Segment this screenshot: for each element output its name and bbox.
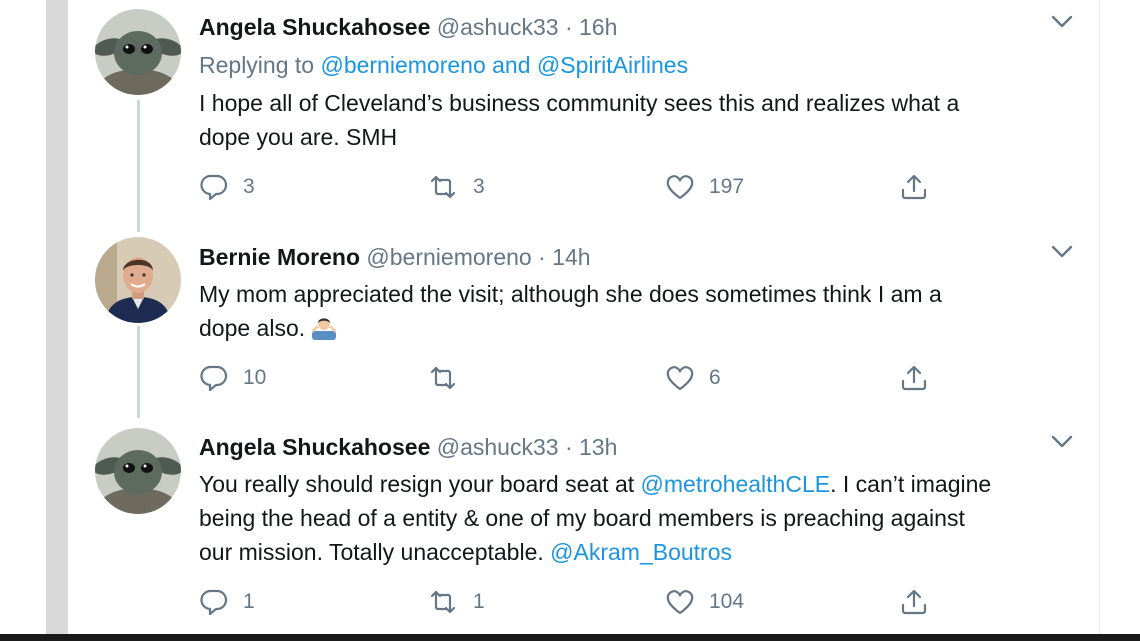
twitter-thread-screenshot: Angela Shuckahosee @ashuck33 · 16h Reply…: [0, 0, 1140, 641]
reply-button[interactable]: 10: [199, 361, 266, 395]
tweet-text-line-wrap: dope also.: [199, 311, 1089, 345]
tweet-text: I hope all of Cleveland’s business commu…: [199, 86, 1089, 154]
reply-count: 3: [243, 175, 255, 198]
reply-icon: [200, 365, 228, 392]
separator-dot: ·: [538, 244, 546, 270]
tweet[interactable]: Angela Shuckahosee @ashuck33 · 16h Reply…: [68, 0, 1099, 230]
reply-icon: [200, 174, 228, 201]
man-shrugging-emoji: [311, 318, 337, 340]
reply-button[interactable]: 1: [199, 585, 255, 619]
heart-icon: [666, 590, 694, 615]
tweet-text-line: dope also.: [199, 315, 306, 341]
chevron-down-icon[interactable]: [1050, 14, 1074, 30]
tweet-header: Angela Shuckahosee @ashuck33 · 16h: [199, 14, 617, 41]
user-handle[interactable]: @ashuck33: [437, 434, 559, 460]
display-name[interactable]: Angela Shuckahosee: [199, 434, 430, 460]
tweet-text-line: dope you are. SMH: [199, 124, 398, 150]
tweet-text-line: I hope all of Cleveland’s business commu…: [199, 90, 960, 116]
reply-icon: [200, 589, 228, 616]
tweet-header: Angela Shuckahosee @ashuck33 · 13h: [199, 434, 617, 461]
display-name[interactable]: Angela Shuckahosee: [199, 14, 430, 40]
mention-link[interactable]: @Akram_Boutros: [550, 539, 732, 565]
tweet-text-line: You really should resign your board seat…: [199, 471, 635, 497]
retweet-button[interactable]: 3: [427, 170, 485, 204]
mention-link[interactable]: @metrohealthCLE: [641, 471, 831, 497]
timestamp[interactable]: 13h: [579, 434, 617, 460]
tweet-text: My mom appreciated the visit; although s…: [199, 277, 1089, 345]
retweet-count: 1: [473, 590, 485, 613]
mention-link[interactable]: @berniemoreno: [320, 52, 485, 78]
reply-count: 10: [243, 366, 267, 389]
replying-to-label: Replying to: [199, 52, 315, 78]
share-button[interactable]: [899, 170, 929, 204]
baby-yoda-avatar[interactable]: [95, 428, 181, 514]
separator-dot: ·: [564, 14, 573, 40]
user-handle[interactable]: @ashuck33: [437, 14, 559, 40]
tweet-text-line: My mom appreciated the visit; although s…: [199, 281, 942, 307]
like-count: 6: [709, 366, 721, 389]
timeline-right-border: [1099, 0, 1100, 641]
chevron-down-icon[interactable]: [1050, 244, 1074, 260]
tweet[interactable]: Bernie Moreno @berniemoreno · 14h My mom…: [68, 230, 1099, 420]
like-button[interactable]: 6: [665, 361, 721, 395]
chevron-down-icon[interactable]: [1050, 434, 1074, 450]
baby-yoda-avatar[interactable]: [95, 9, 181, 95]
display-name[interactable]: Bernie Moreno: [199, 244, 360, 270]
like-button[interactable]: 104: [665, 585, 744, 619]
retweet-icon: [430, 366, 456, 390]
timestamp[interactable]: 14h: [552, 244, 590, 270]
share-button[interactable]: [899, 361, 929, 395]
like-button[interactable]: 197: [665, 170, 744, 204]
like-count: 104: [709, 590, 745, 613]
like-count: 197: [709, 175, 745, 198]
reply-count: 1: [243, 590, 255, 613]
replying-and-text: and: [492, 52, 531, 78]
share-button[interactable]: [899, 585, 929, 619]
retweet-button[interactable]: [427, 361, 473, 395]
retweet-count: 3: [473, 175, 485, 198]
tweet-text-line: being the head of a entity & one of my b…: [199, 505, 965, 531]
reply-button[interactable]: 3: [199, 170, 255, 204]
tweet-text-line-wrap: our mission. Totally unacceptable. @Akra…: [199, 535, 1089, 569]
share-icon: [901, 174, 927, 200]
tweet-text: You really should resign your board seat…: [199, 467, 1089, 569]
man-photo-avatar[interactable]: [95, 237, 181, 323]
user-handle[interactable]: @berniemoreno: [366, 244, 531, 270]
tweet-text-line: . I can’t imagine: [830, 471, 992, 497]
heart-icon: [666, 175, 694, 200]
heart-icon: [666, 366, 694, 391]
left-gray-strip: [46, 0, 68, 641]
tweet-text-line: our mission. Totally unacceptable.: [199, 539, 544, 565]
tweet-text-line-wrap: You really should resign your board seat…: [199, 467, 1089, 501]
bottom-dark-bar: [0, 634, 1140, 641]
tweet-header: Bernie Moreno @berniemoreno · 14h: [199, 244, 591, 271]
tweet[interactable]: Angela Shuckahosee @ashuck33 · 13h You r…: [68, 420, 1099, 634]
retweet-button[interactable]: 1: [427, 585, 485, 619]
share-icon: [901, 365, 927, 391]
retweet-icon: [430, 175, 456, 199]
share-icon: [901, 589, 927, 615]
timestamp[interactable]: 16h: [579, 14, 617, 40]
replying-to-line: Replying to @berniemoreno and @SpiritAir…: [199, 52, 688, 79]
left-margin: [0, 0, 46, 641]
separator-dot: ·: [564, 434, 573, 460]
mention-link[interactable]: @SpiritAirlines: [537, 52, 688, 78]
retweet-icon: [430, 590, 456, 614]
